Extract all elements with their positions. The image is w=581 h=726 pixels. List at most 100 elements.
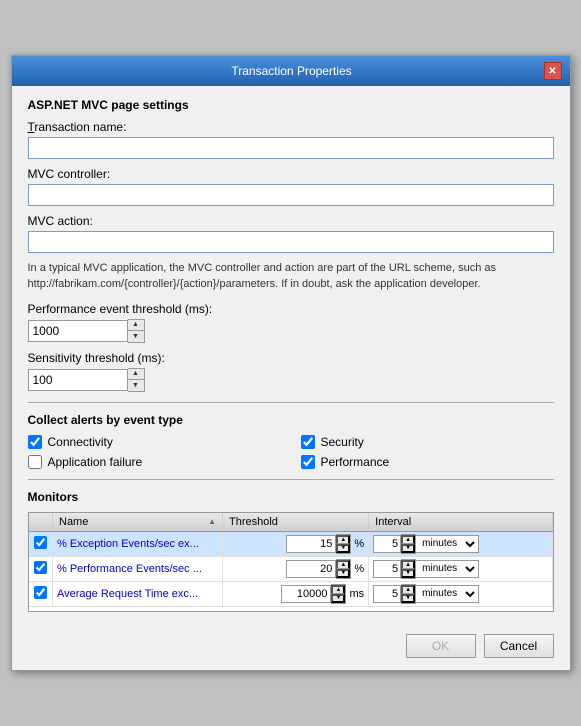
mvc-action-input[interactable] <box>28 231 554 253</box>
monitor-1-name: % Exception Events/sec ex... <box>53 531 223 556</box>
dialog-title: Transaction Properties <box>40 64 544 78</box>
perf-threshold-down[interactable]: ▼ <box>128 331 144 342</box>
monitor-1-check-cell <box>29 531 53 556</box>
monitor-2-interval-input[interactable] <box>373 560 401 578</box>
checkbox-app-failure: Application failure <box>28 455 281 469</box>
performance-label: Performance <box>321 455 390 469</box>
monitor-1-interval-cell: ▲ ▼ minutes seconds hours <box>369 531 552 556</box>
monitor-2-check-cell <box>29 556 53 581</box>
dialog-body: ASP.NET MVC page settings Transaction na… <box>12 86 570 624</box>
monitor-3-interval-unit[interactable]: minutes seconds hours <box>416 585 479 603</box>
performance-checkbox[interactable] <box>301 455 315 469</box>
monitor-3-interval-down[interactable]: ▼ <box>401 594 415 603</box>
sensitivity-threshold-input[interactable] <box>28 369 128 391</box>
monitor-2-interval-down[interactable]: ▼ <box>401 569 415 578</box>
monitors-table-wrapper: Name ▲ Threshold Interval <box>28 512 554 612</box>
monitor-2-interval-unit[interactable]: minutes seconds hours <box>416 560 479 578</box>
perf-threshold-spinner: ▲ ▼ <box>28 319 554 343</box>
button-bar: OK Cancel <box>12 624 570 670</box>
aspnet-section-header: ASP.NET MVC page settings <box>28 98 554 112</box>
col-header-name[interactable]: Name ▲ <box>53 513 223 532</box>
monitor-2-interval-spinner: ▲ ▼ <box>401 559 416 579</box>
monitor-1-interval-unit[interactable]: minutes seconds hours <box>416 535 479 553</box>
monitor-row-1: % Exception Events/sec ex... ▲ ▼ % <box>29 531 553 556</box>
monitor-3-threshold-spinner: ▲ ▼ <box>331 584 346 604</box>
monitor-2-threshold-spinner: ▲ ▼ <box>336 559 351 579</box>
monitor-2-threshold-cell: ▲ ▼ % <box>223 556 369 581</box>
security-checkbox[interactable] <box>301 435 315 449</box>
sensitivity-threshold-up[interactable]: ▲ <box>128 369 144 380</box>
checkbox-security: Security <box>301 435 554 449</box>
monitors-section-header: Monitors <box>28 490 554 504</box>
monitor-1-threshold-cell: ▲ ▼ % <box>223 531 369 556</box>
sensitivity-threshold-down[interactable]: ▼ <box>128 380 144 391</box>
col-header-threshold: Threshold <box>223 513 369 532</box>
monitor-1-interval-down[interactable]: ▼ <box>401 544 415 553</box>
monitor-2-threshold-up[interactable]: ▲ <box>336 560 350 569</box>
sensitivity-threshold-arrows: ▲ ▼ <box>128 368 145 392</box>
monitor-3-checkbox[interactable] <box>34 586 47 599</box>
checkbox-connectivity: Connectivity <box>28 435 281 449</box>
perf-threshold-input[interactable] <box>28 320 128 342</box>
connectivity-checkbox[interactable] <box>28 435 42 449</box>
col-header-interval: Interval <box>369 513 552 532</box>
monitor-1-checkbox[interactable] <box>34 536 47 549</box>
monitor-3-interval-input[interactable] <box>373 585 401 603</box>
monitor-1-threshold-spinner: ▲ ▼ <box>336 534 351 554</box>
transaction-name-input[interactable] <box>28 137 554 159</box>
checkbox-performance: Performance <box>301 455 554 469</box>
perf-threshold-up[interactable]: ▲ <box>128 320 144 331</box>
monitor-3-interval-spinner: ▲ ▼ <box>401 584 416 604</box>
divider-1 <box>28 402 554 403</box>
monitor-1-threshold-input[interactable] <box>286 535 336 553</box>
perf-threshold-arrows: ▲ ▼ <box>128 319 145 343</box>
perf-threshold-group: Performance event threshold (ms): ▲ ▼ <box>28 302 554 343</box>
col-name-label: Name <box>59 516 88 528</box>
monitor-row-2: % Performance Events/sec ... ▲ ▼ % <box>29 556 553 581</box>
titlebar: Transaction Properties ✕ <box>12 56 570 86</box>
monitor-1-threshold-down[interactable]: ▼ <box>336 544 350 553</box>
close-button[interactable]: ✕ <box>544 62 562 80</box>
ok-button[interactable]: OK <box>406 634 476 658</box>
monitor-1-interval-spinner: ▲ ▼ <box>401 534 416 554</box>
mvc-action-label: MVC action: <box>28 214 554 228</box>
sensitivity-threshold-spinner: ▲ ▼ <box>28 368 554 392</box>
aspnet-section: ASP.NET MVC page settings Transaction na… <box>28 98 554 392</box>
mvc-controller-label: MVC controller: <box>28 167 554 181</box>
monitor-3-threshold-input[interactable] <box>281 585 331 603</box>
monitor-3-unit: ms <box>349 588 364 600</box>
name-sort-icon: ▲ <box>208 517 216 526</box>
monitor-1-threshold-up[interactable]: ▲ <box>336 535 350 544</box>
perf-threshold-label: Performance event threshold (ms): <box>28 302 554 316</box>
monitor-2-name: % Performance Events/sec ... <box>53 556 223 581</box>
monitor-1-unit: % <box>354 538 364 550</box>
cancel-button[interactable]: Cancel <box>484 634 554 658</box>
monitor-1-interval-up[interactable]: ▲ <box>401 535 415 544</box>
mvc-action-group: MVC action: <box>28 214 554 253</box>
monitor-3-threshold-cell: ▲ ▼ ms <box>223 581 369 606</box>
mvc-controller-group: MVC controller: <box>28 167 554 206</box>
monitor-2-checkbox[interactable] <box>34 561 47 574</box>
monitor-2-threshold-input[interactable] <box>286 560 336 578</box>
monitors-table-header-row: Name ▲ Threshold Interval <box>29 513 553 532</box>
monitors-section: Monitors Name ▲ Threshold <box>28 490 554 612</box>
monitors-table: Name ▲ Threshold Interval <box>29 513 553 607</box>
monitor-1-interval-input[interactable] <box>373 535 401 553</box>
monitor-2-threshold-down[interactable]: ▼ <box>336 569 350 578</box>
monitor-row-3: Average Request Time exc... ▲ ▼ ms <box>29 581 553 606</box>
monitor-3-interval-up[interactable]: ▲ <box>401 585 415 594</box>
app-failure-checkbox[interactable] <box>28 455 42 469</box>
alerts-checkbox-grid: Connectivity Security Application failur… <box>28 435 554 469</box>
monitor-3-threshold-down[interactable]: ▼ <box>331 594 345 603</box>
monitor-3-name: Average Request Time exc... <box>53 581 223 606</box>
mvc-controller-input[interactable] <box>28 184 554 206</box>
transaction-properties-dialog: Transaction Properties ✕ ASP.NET MVC pag… <box>11 55 571 671</box>
monitor-2-interval-up[interactable]: ▲ <box>401 560 415 569</box>
monitor-2-interval-cell: ▲ ▼ minutes seconds hours <box>369 556 552 581</box>
mvc-info-text: In a typical MVC application, the MVC co… <box>28 261 554 292</box>
transaction-name-label: Transaction name: <box>28 120 554 134</box>
col-header-check <box>29 513 53 532</box>
monitor-3-threshold-up[interactable]: ▲ <box>331 585 345 594</box>
security-label: Security <box>321 435 364 449</box>
divider-2 <box>28 479 554 480</box>
